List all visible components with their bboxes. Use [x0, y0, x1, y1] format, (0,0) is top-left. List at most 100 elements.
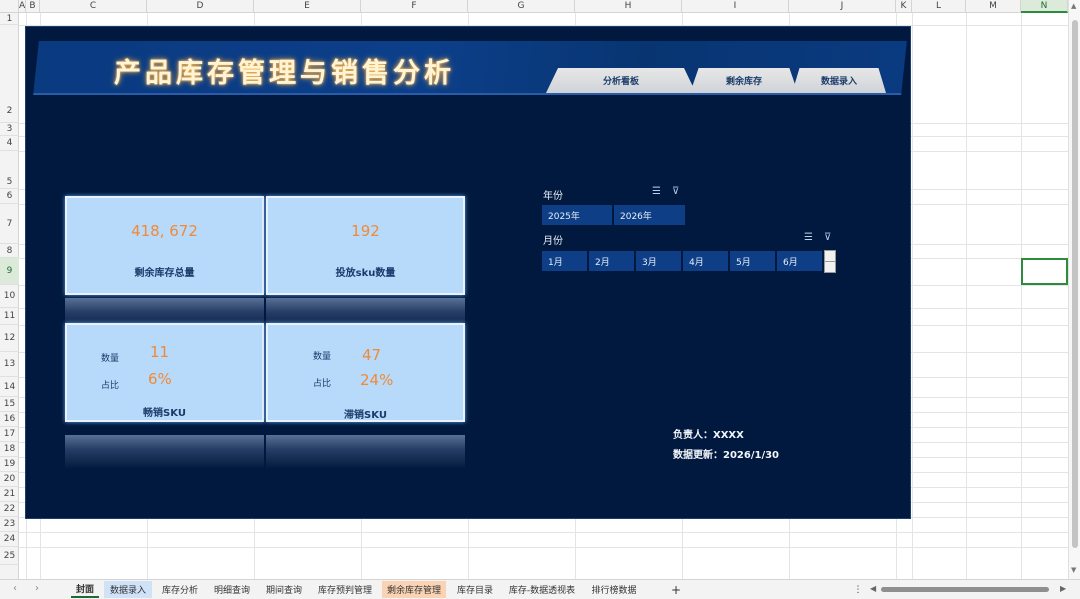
row-23[interactable]: 23 — [0, 517, 19, 532]
row-17[interactable]: 17 — [0, 427, 19, 442]
horizontal-scroll-thumb[interactable] — [881, 587, 1049, 592]
sheet-tab-bar: ‹ › 封面 数据录入 库存分析 明细查询 期间查询 库存预判管理 剩余库存管理… — [0, 579, 1080, 599]
row-4[interactable]: 4 — [0, 136, 19, 151]
row-2[interactable]: 2 — [0, 25, 19, 123]
vertical-scroll-thumb[interactable] — [1072, 20, 1078, 548]
row-19[interactable]: 19 — [0, 457, 19, 472]
row-13[interactable]: 13 — [0, 352, 19, 377]
row-5[interactable]: 5 — [0, 151, 19, 189]
month-chip-2[interactable]: 2月 — [589, 251, 634, 271]
month-chip-5[interactable]: 5月 — [730, 251, 775, 271]
clear-filter-icon[interactable]: ⊽ — [672, 186, 679, 197]
nav-tab-data-entry[interactable]: 数据录入 — [792, 68, 886, 93]
sheet-tab-detail-query[interactable]: 明细查询 — [208, 581, 256, 598]
kpi-label: 剩余库存总量 — [134, 268, 195, 279]
grid-line — [19, 532, 1068, 533]
qty-label: 数量 — [101, 354, 120, 364]
kpi-value: 192 — [351, 222, 380, 240]
row-15[interactable]: 15 — [0, 397, 19, 412]
row-14[interactable]: 14 — [0, 377, 19, 397]
row-20[interactable]: 20 — [0, 472, 19, 487]
add-sheet-button[interactable]: + — [668, 581, 684, 598]
row-24[interactable]: 24 — [0, 532, 19, 547]
scroll-right-icon[interactable]: ▶ — [1060, 584, 1066, 593]
month-chip-6[interactable]: 6月 — [777, 251, 822, 271]
row-12[interactable]: 12 — [0, 325, 19, 352]
kpi-card-slow-selling: 数量 47 占比 24% 滞销SKU — [266, 323, 465, 422]
row-11[interactable]: 11 — [0, 308, 19, 325]
row-5-label: 5 — [6, 176, 13, 187]
multi-select-icon[interactable]: ☰ — [652, 186, 661, 197]
column-header: A B C D E F G H I J K L M N — [0, 0, 1068, 13]
col-N[interactable]: N — [1021, 0, 1068, 13]
col-G[interactable]: G — [468, 0, 575, 13]
owner-text: 负责人：XXXX — [673, 430, 744, 441]
multi-select-icon[interactable]: ☰ — [804, 232, 813, 243]
prev-sheet-icon[interactable]: ‹ — [13, 583, 17, 594]
ratio-value: 24% — [360, 371, 394, 389]
col-L[interactable]: L — [912, 0, 966, 13]
row-22[interactable]: 22 — [0, 502, 19, 517]
row-6[interactable]: 6 — [0, 189, 19, 204]
select-all-corner[interactable] — [0, 0, 19, 13]
col-J[interactable]: J — [789, 0, 896, 13]
card-reflection — [266, 435, 465, 469]
kpi-card-sku-count: 192 投放sku数量 — [266, 196, 465, 295]
kpi-value: 418, 672 — [131, 222, 198, 240]
sheet-tab-pivot-table[interactable]: 库存-数据透视表 — [503, 581, 581, 598]
row-18[interactable]: 18 — [0, 442, 19, 457]
col-C[interactable]: C — [40, 0, 147, 13]
row-16[interactable]: 16 — [0, 412, 19, 427]
sheet-tab-stock-forecast[interactable]: 库存预判管理 — [312, 581, 378, 598]
month-chip-3[interactable]: 3月 — [636, 251, 681, 271]
vertical-scrollbar[interactable]: ▲ ▼ — [1068, 0, 1080, 579]
scroll-left-icon[interactable]: ◀ — [870, 584, 876, 593]
qty-value: 11 — [150, 343, 170, 361]
col-F[interactable]: F — [361, 0, 468, 13]
sheet-tab-data-entry[interactable]: 数据录入 — [104, 581, 152, 598]
row-21[interactable]: 21 — [0, 487, 19, 502]
horizontal-scrollbar[interactable]: ◀ ▶ — [870, 584, 1070, 594]
col-H[interactable]: H — [575, 0, 682, 13]
col-K[interactable]: K — [896, 0, 912, 13]
sheet-tab-remaining-stock[interactable]: 剩余库存管理 — [382, 581, 446, 598]
sheet-tab-ranking-data[interactable]: 排行榜数据 — [586, 581, 642, 598]
sheet-tab-stock-analysis[interactable]: 库存分析 — [156, 581, 204, 598]
clear-filter-icon[interactable]: ⊽ — [824, 232, 831, 243]
row-9[interactable]: 9 — [0, 258, 19, 285]
sheet-tab-stock-catalog[interactable]: 库存目录 — [451, 581, 499, 598]
month-chip-4[interactable]: 4月 — [683, 251, 728, 271]
nav-tab-analysis-board[interactable]: 分析看板 — [546, 68, 696, 93]
year-chip-2025[interactable]: 2025年 — [542, 205, 612, 225]
kpi-label: 投放sku数量 — [335, 268, 396, 279]
col-I[interactable]: I — [682, 0, 789, 13]
col-D[interactable]: D — [147, 0, 254, 13]
grid-line — [966, 13, 967, 579]
row-1[interactable]: 1 — [0, 13, 19, 25]
sheet-tab-period-query[interactable]: 期间查询 — [260, 581, 308, 598]
col-M[interactable]: M — [966, 0, 1021, 13]
card-reflection — [65, 435, 264, 469]
scroll-down-icon[interactable]: ▼ — [1071, 566, 1076, 574]
selected-cell[interactable] — [1021, 258, 1068, 285]
next-sheet-icon[interactable]: › — [35, 583, 39, 594]
nav-tab-remaining-stock[interactable]: 剩余库存 — [690, 68, 798, 93]
slicer-scrollbar[interactable] — [824, 250, 836, 273]
row-3[interactable]: 3 — [0, 123, 19, 136]
row-25[interactable]: 25 — [0, 547, 19, 565]
col-B[interactable]: B — [26, 0, 40, 13]
row-7[interactable]: 7 — [0, 204, 19, 244]
row-10[interactable]: 10 — [0, 285, 19, 308]
month-chip-1[interactable]: 1月 — [542, 251, 587, 271]
grid-line — [912, 13, 913, 579]
qty-label: 数量 — [313, 352, 332, 362]
row-2-label: 2 — [6, 105, 13, 116]
col-A[interactable]: A — [19, 0, 26, 13]
scroll-up-icon[interactable]: ▲ — [1071, 2, 1076, 10]
col-E[interactable]: E — [254, 0, 361, 13]
more-options-icon[interactable]: ⋮ — [852, 581, 864, 598]
year-chip-2026[interactable]: 2026年 — [614, 205, 685, 225]
sheet-tab-cover[interactable]: 封面 — [71, 581, 99, 598]
row-8[interactable]: 8 — [0, 244, 19, 258]
month-slicer-title: 月份 — [543, 236, 563, 247]
